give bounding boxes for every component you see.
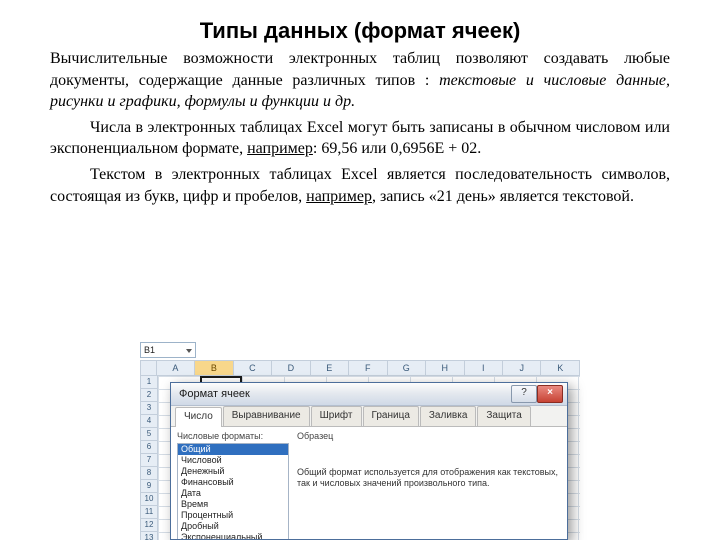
tab-4[interactable]: Заливка — [420, 406, 477, 426]
tab-1[interactable]: Выравнивание — [223, 406, 310, 426]
column-header-H[interactable]: H — [426, 360, 464, 376]
column-header-G[interactable]: G — [388, 360, 426, 376]
excel-screenshot: B1 ABCDEFGHIJK 1234567891011121314 Форма… — [140, 342, 580, 540]
row-header-5[interactable]: 5 — [140, 428, 158, 441]
column-header-C[interactable]: C — [234, 360, 272, 376]
sample-label: Образец — [297, 431, 559, 441]
row-header-11[interactable]: 11 — [140, 506, 158, 519]
tab-2[interactable]: Шрифт — [311, 406, 362, 426]
column-headers: ABCDEFGHIJK — [140, 360, 580, 376]
tab-3[interactable]: Граница — [363, 406, 419, 426]
column-header-D[interactable]: D — [272, 360, 310, 376]
format-option-1[interactable]: Числовой — [178, 455, 288, 466]
format-option-4[interactable]: Дата — [178, 488, 288, 499]
dialog-tabs: ЧислоВыравниваниеШрифтГраницаЗаливкаЗащи… — [171, 406, 567, 427]
dialog-title: Формат ячеек — [179, 388, 250, 400]
row-header-6[interactable]: 6 — [140, 441, 158, 454]
row-header-8[interactable]: 8 — [140, 467, 158, 480]
column-header-J[interactable]: J — [503, 360, 541, 376]
numbers-example-word: например — [247, 140, 313, 157]
row-header-4[interactable]: 4 — [140, 415, 158, 428]
formats-column: Числовые форматы: ОбщийЧисловойДенежныйФ… — [171, 427, 289, 540]
text-text-b: , запись «21 день» является текстовой. — [372, 188, 634, 205]
help-button[interactable]: ? — [511, 385, 537, 403]
sample-column: Образец Общий формат используется для от… — [289, 427, 567, 540]
tab-5[interactable]: Защита — [477, 406, 530, 426]
paragraph-numbers: Числа в электронных таблицах Excel могут… — [50, 117, 670, 160]
numbers-text-b: : 69,56 или 0,6956Е + 02. — [313, 140, 481, 157]
column-header-A[interactable]: A — [157, 360, 195, 376]
format-option-6[interactable]: Процентный — [178, 510, 288, 521]
row-header-10[interactable]: 10 — [140, 493, 158, 506]
paragraph-intro: Вычислительные возможности электронных т… — [50, 48, 670, 113]
format-option-7[interactable]: Дробный — [178, 521, 288, 532]
row-header-2[interactable]: 2 — [140, 389, 158, 402]
column-header-K[interactable]: K — [541, 360, 579, 376]
row-header-1[interactable]: 1 — [140, 376, 158, 389]
format-option-8[interactable]: Экспоненциальный — [178, 532, 288, 540]
row-header-7[interactable]: 7 — [140, 454, 158, 467]
name-box[interactable]: B1 — [140, 342, 196, 358]
format-option-0[interactable]: Общий — [178, 444, 288, 455]
formats-label: Числовые форматы: — [177, 431, 289, 441]
page-title: Типы данных (формат ячеек) — [50, 18, 670, 44]
column-header-E[interactable]: E — [311, 360, 349, 376]
row-headers: 1234567891011121314 — [140, 376, 158, 540]
column-header-I[interactable]: I — [465, 360, 503, 376]
row-header-3[interactable]: 3 — [140, 402, 158, 415]
format-cells-dialog: Формат ячеек ? × ЧислоВыравниваниеШрифтГ… — [170, 382, 568, 540]
excel-grid: B1 ABCDEFGHIJK 1234567891011121314 Форма… — [140, 342, 580, 540]
select-all-corner[interactable] — [140, 360, 157, 376]
dialog-body: Числовые форматы: ОбщийЧисловойДенежныйФ… — [171, 427, 567, 540]
row-header-9[interactable]: 9 — [140, 480, 158, 493]
format-option-5[interactable]: Время — [178, 499, 288, 510]
format-description: Общий формат используется для отображени… — [297, 467, 559, 490]
tab-0[interactable]: Число — [175, 407, 222, 427]
text-example-word: например — [306, 188, 372, 205]
row-header-12[interactable]: 12 — [140, 519, 158, 532]
column-header-B[interactable]: B — [195, 360, 233, 376]
paragraph-text: Текстом в электронных таблицах Excel явл… — [50, 164, 670, 207]
dialog-titlebar: Формат ячеек ? × — [171, 383, 567, 406]
row-header-13[interactable]: 13 — [140, 532, 158, 540]
close-button[interactable]: × — [537, 385, 563, 403]
format-option-3[interactable]: Финансовый — [178, 477, 288, 488]
format-option-2[interactable]: Денежный — [178, 466, 288, 477]
formats-list[interactable]: ОбщийЧисловойДенежныйФинансовыйДатаВремя… — [177, 443, 289, 540]
column-header-F[interactable]: F — [349, 360, 387, 376]
